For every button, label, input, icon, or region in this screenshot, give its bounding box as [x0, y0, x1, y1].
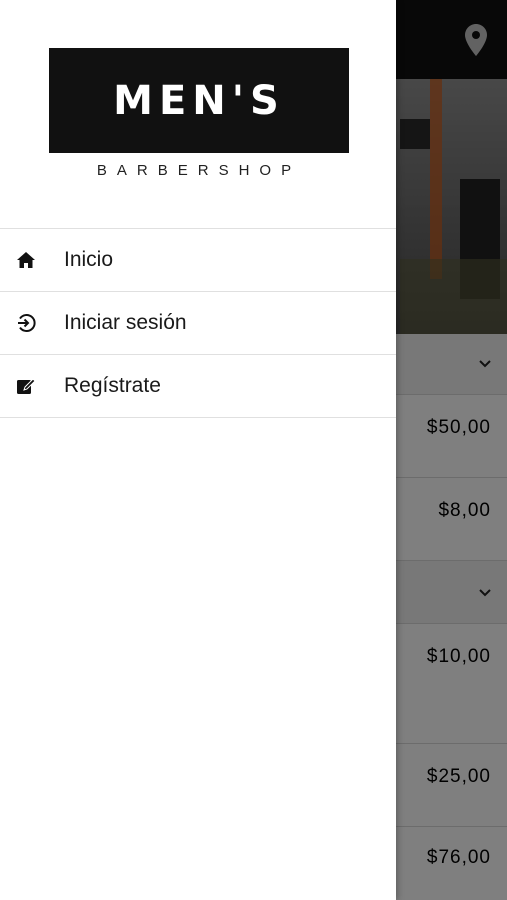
menu-item-inicio[interactable]: Inicio	[0, 229, 396, 292]
menu-item-label: Iniciar sesión	[64, 311, 187, 334]
logo-subtitle: BARBERSHOP	[96, 162, 302, 179]
navigation-drawer: MEN'S BARBERSHOP Inicio Iniciar sesión R…	[0, 0, 396, 900]
drawer-menu: Inicio Iniciar sesión Regístrate	[0, 228, 396, 418]
menu-item-registrate[interactable]: Regístrate	[0, 355, 396, 418]
menu-item-label: Regístrate	[64, 374, 161, 397]
menu-item-iniciar-sesion[interactable]: Iniciar sesión	[0, 292, 396, 355]
edit-icon	[16, 376, 36, 396]
home-icon	[16, 250, 36, 270]
brand-logo: MEN'S	[49, 48, 349, 153]
menu-item-label: Inicio	[64, 248, 114, 271]
logo-title: MEN'S	[113, 77, 285, 124]
login-icon	[16, 313, 36, 333]
